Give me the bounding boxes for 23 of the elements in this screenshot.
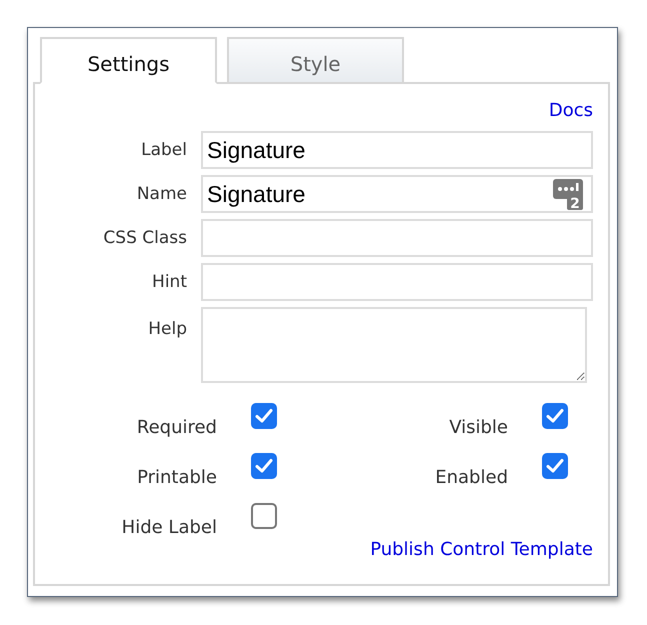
- field-label: Name: [136, 184, 187, 204]
- field-label: Help: [147, 318, 187, 339]
- count-number: 2: [570, 196, 580, 211]
- field-label: Hint: [151, 272, 187, 292]
- checkbox-label: Enabled: [434, 467, 508, 489]
- field-label: Label: [140, 140, 187, 160]
- checkbox[interactable]: [251, 453, 277, 479]
- checkbox[interactable]: [251, 403, 277, 429]
- checkbox[interactable]: [542, 453, 568, 479]
- publish-template-link[interactable]: Publish Control Template: [370, 539, 593, 560]
- checkbox-label: Required: [136, 417, 217, 439]
- text-field[interactable]: Signature: [201, 131, 593, 169]
- checkbox-label: Hide Label: [120, 517, 217, 539]
- checkbox[interactable]: [542, 403, 568, 429]
- text-field[interactable]: [201, 263, 593, 301]
- text-field[interactable]: [201, 219, 593, 257]
- checkbox-label: Printable: [136, 467, 217, 489]
- tab[interactable]: Style: [227, 37, 404, 84]
- tab[interactable]: Settings: [40, 37, 217, 84]
- field-label: CSS Class: [102, 228, 187, 248]
- checkbox[interactable]: [251, 503, 277, 529]
- docs-link[interactable]: Docs: [548, 100, 593, 121]
- checkbox-label: Visible: [448, 417, 508, 439]
